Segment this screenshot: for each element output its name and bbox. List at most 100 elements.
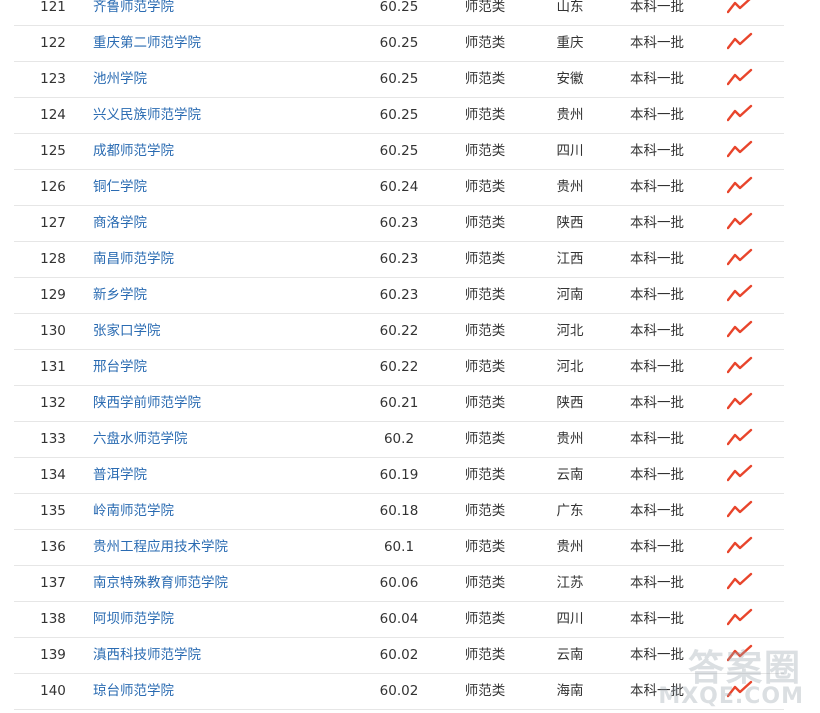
trend-up-icon[interactable] — [727, 68, 753, 90]
trend-up-icon[interactable] — [727, 140, 753, 162]
table-row: 128 南昌师范学院 60.23 师范类 江西 本科一批 — [14, 242, 784, 278]
university-name-link[interactable]: 邢台学院 — [93, 350, 147, 385]
score-cell: 60.19 — [379, 467, 419, 483]
province-cell: 河北 — [556, 323, 584, 339]
province-cell: 陕西 — [556, 395, 584, 411]
university-name-link[interactable]: 六盘水师范学院 — [93, 422, 188, 457]
score-cell: 60.25 — [379, 71, 419, 87]
trend-up-icon-svg — [727, 500, 753, 518]
batch-cell: 本科一批 — [630, 359, 684, 375]
trend-up-icon-svg — [727, 392, 753, 410]
province-cell: 山东 — [556, 0, 584, 15]
university-name-link[interactable]: 南昌师范学院 — [93, 242, 174, 277]
province-cell: 重庆 — [556, 35, 584, 51]
batch-cell: 本科一批 — [630, 35, 684, 51]
type-cell: 师范类 — [464, 395, 506, 411]
trend-up-icon[interactable] — [727, 212, 753, 234]
table-row: 122 重庆第二师范学院 60.25 师范类 重庆 本科一批 — [14, 26, 784, 62]
score-cell: 60.06 — [379, 575, 419, 591]
score-cell: 60.04 — [379, 611, 419, 627]
rank-cell: 127 — [40, 215, 66, 231]
province-cell: 河南 — [556, 287, 584, 303]
province-cell: 四川 — [556, 143, 584, 159]
rank-cell: 121 — [40, 0, 66, 15]
university-name-link[interactable]: 池州学院 — [93, 62, 147, 97]
type-cell: 师范类 — [464, 215, 506, 231]
university-name-link[interactable]: 张家口学院 — [93, 314, 161, 349]
university-name-link[interactable]: 商洛学院 — [93, 206, 147, 241]
trend-up-icon[interactable] — [727, 572, 753, 594]
rank-cell: 131 — [40, 359, 66, 375]
trend-up-icon[interactable] — [727, 428, 753, 450]
table-row: 139 滇西科技师范学院 60.02 师范类 云南 本科一批 — [14, 638, 784, 674]
type-cell: 师范类 — [464, 0, 506, 15]
university-name-link[interactable]: 齐鲁师范学院 — [93, 0, 174, 25]
table-row: 125 成都师范学院 60.25 师范类 四川 本科一批 — [14, 134, 784, 170]
trend-up-icon[interactable] — [727, 536, 753, 558]
type-cell: 师范类 — [464, 107, 506, 123]
trend-up-icon[interactable] — [727, 284, 753, 306]
type-cell: 师范类 — [464, 539, 506, 555]
trend-up-icon[interactable] — [727, 248, 753, 270]
university-name-link[interactable]: 滇西科技师范学院 — [93, 638, 201, 673]
trend-up-icon[interactable] — [727, 644, 753, 666]
province-cell: 云南 — [556, 647, 584, 663]
university-name-link[interactable]: 铜仁学院 — [93, 170, 147, 205]
batch-cell: 本科一批 — [630, 179, 684, 195]
batch-cell: 本科一批 — [630, 503, 684, 519]
type-cell: 师范类 — [464, 431, 506, 447]
trend-up-icon[interactable] — [727, 176, 753, 198]
rank-cell: 128 — [40, 251, 66, 267]
trend-up-icon[interactable] — [727, 356, 753, 378]
score-cell: 60.23 — [379, 287, 419, 303]
university-name-link[interactable]: 岭南师范学院 — [93, 494, 174, 529]
university-name-link[interactable]: 琼台师范学院 — [93, 674, 174, 709]
trend-up-icon-svg — [727, 536, 753, 554]
trend-up-icon[interactable] — [727, 464, 753, 486]
trend-up-icon[interactable] — [727, 608, 753, 630]
type-cell: 师范类 — [464, 323, 506, 339]
province-cell: 贵州 — [556, 107, 584, 123]
rank-cell: 122 — [40, 35, 66, 51]
type-cell: 师范类 — [464, 503, 506, 519]
trend-up-icon[interactable] — [727, 320, 753, 342]
table-row: 135 岭南师范学院 60.18 师范类 广东 本科一批 — [14, 494, 784, 530]
province-cell: 广东 — [556, 503, 584, 519]
score-cell: 60.25 — [379, 35, 419, 51]
trend-up-icon[interactable] — [727, 500, 753, 522]
university-name-link[interactable]: 新乡学院 — [93, 278, 147, 313]
type-cell: 师范类 — [464, 359, 506, 375]
trend-up-icon-svg — [727, 248, 753, 266]
type-cell: 师范类 — [464, 35, 506, 51]
table-row: 133 六盘水师范学院 60.2 师范类 贵州 本科一批 — [14, 422, 784, 458]
batch-cell: 本科一批 — [630, 647, 684, 663]
batch-cell: 本科一批 — [630, 71, 684, 87]
university-name-link[interactable]: 陕西学前师范学院 — [93, 386, 201, 421]
trend-up-icon[interactable] — [727, 392, 753, 414]
batch-cell: 本科一批 — [630, 575, 684, 591]
type-cell: 师范类 — [464, 647, 506, 663]
trend-up-icon[interactable] — [727, 0, 753, 18]
province-cell: 海南 — [556, 683, 584, 699]
trend-up-icon[interactable] — [727, 104, 753, 126]
province-cell: 贵州 — [556, 431, 584, 447]
province-cell: 云南 — [556, 467, 584, 483]
score-cell: 60.02 — [379, 647, 419, 663]
rank-cell: 125 — [40, 143, 66, 159]
university-name-link[interactable]: 贵州工程应用技术学院 — [93, 530, 228, 565]
university-name-link[interactable]: 兴义民族师范学院 — [93, 98, 201, 133]
university-name-link[interactable]: 重庆第二师范学院 — [93, 26, 201, 61]
table-row: 127 商洛学院 60.23 师范类 陕西 本科一批 — [14, 206, 784, 242]
trend-up-icon[interactable] — [727, 680, 753, 702]
ranking-table: 121 齐鲁师范学院 60.25 师范类 山东 本科一批 122 重庆第二师范学… — [14, 0, 784, 710]
university-name-link[interactable]: 普洱学院 — [93, 458, 147, 493]
university-name-link[interactable]: 南京特殊教育师范学院 — [93, 566, 228, 601]
province-cell: 江西 — [556, 251, 584, 267]
university-name-link[interactable]: 成都师范学院 — [93, 134, 174, 169]
type-cell: 师范类 — [464, 143, 506, 159]
batch-cell: 本科一批 — [630, 215, 684, 231]
trend-up-icon[interactable] — [727, 32, 753, 54]
university-name-link[interactable]: 阿坝师范学院 — [93, 602, 174, 637]
type-cell: 师范类 — [464, 71, 506, 87]
batch-cell: 本科一批 — [630, 287, 684, 303]
